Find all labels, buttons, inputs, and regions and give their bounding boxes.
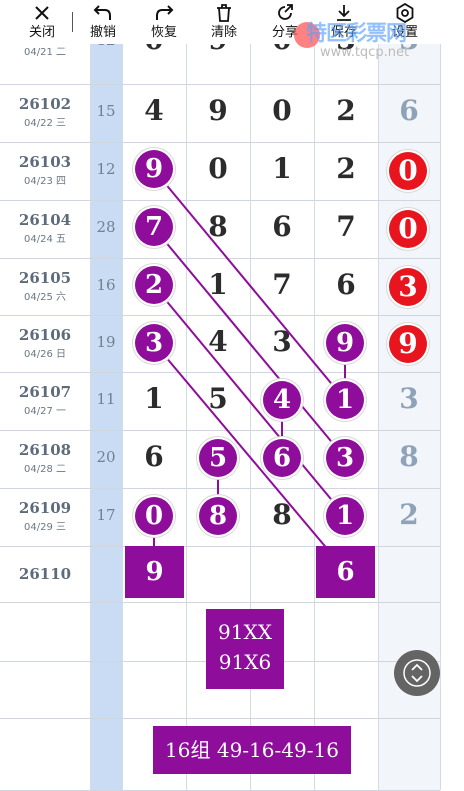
close-icon (35, 6, 49, 20)
marked-ball[interactable]: 8 (199, 497, 237, 535)
close-button[interactable]: 关闭 (12, 0, 72, 44)
scroll-toggle-button[interactable] (394, 650, 440, 696)
predicted-digit-box[interactable]: 9 (125, 546, 184, 598)
close-label: 关闭 (28, 25, 55, 40)
trash-icon (217, 4, 231, 22)
watermark-url: www.tqcp.net (320, 45, 410, 60)
marked-ball[interactable]: 4 (263, 381, 301, 419)
share-icon (278, 4, 293, 20)
marked-ball[interactable]: 2 (135, 266, 173, 304)
predicted-digit-box[interactable]: 6 (316, 546, 375, 598)
marked-ball[interactable]: 6 (263, 439, 301, 477)
undo-icon (93, 5, 111, 20)
clear-button[interactable]: 清除 (194, 0, 254, 44)
undo-label: 撤销 (89, 25, 116, 40)
group-label-box[interactable]: 16组 49-16-49-16 (153, 726, 351, 774)
chevron-up-down-icon (403, 659, 431, 687)
clear-label: 清除 (210, 25, 237, 40)
marked-ball[interactable]: 1 (326, 497, 364, 535)
marked-ball[interactable]: 0 (135, 497, 173, 535)
prediction-box[interactable]: 91XX 91X6 (206, 609, 284, 689)
redo-button[interactable]: 恢复 (134, 0, 194, 44)
marked-ball[interactable]: 3 (326, 439, 364, 477)
redo-label: 恢复 (150, 25, 177, 40)
prediction-line: 91X6 (218, 650, 272, 674)
marked-ball[interactable]: 5 (199, 439, 237, 477)
marked-ball[interactable]: 9 (326, 324, 364, 362)
trend-line (153, 342, 346, 571)
marked-ball[interactable]: 7 (135, 208, 173, 246)
marked-ball[interactable]: 3 (135, 324, 173, 362)
undo-button[interactable]: 撤销 (73, 0, 133, 44)
redo-icon (156, 5, 174, 20)
marked-ball[interactable]: 1 (326, 381, 364, 419)
trend-line (153, 285, 346, 517)
prediction-line: 91XX (218, 620, 272, 644)
watermark-text: 特区彩票网 (306, 21, 407, 45)
trend-line (153, 227, 346, 459)
trend-line (153, 169, 346, 401)
marked-ball[interactable]: 9 (135, 150, 173, 188)
